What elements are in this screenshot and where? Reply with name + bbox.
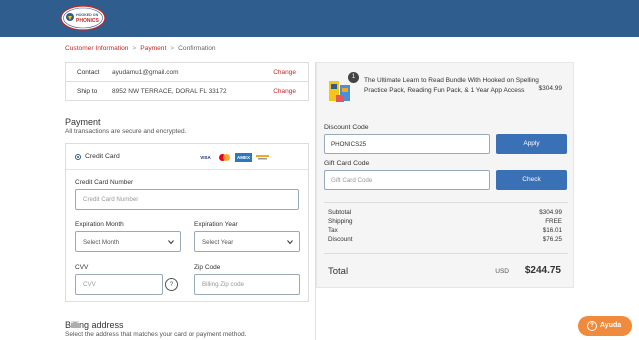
question-icon: ? — [587, 321, 597, 331]
chevron-down-icon — [168, 240, 174, 245]
svg-text:HOOKED ON: HOOKED ON — [76, 13, 99, 17]
contact-label: Contact — [77, 69, 100, 76]
card-number-input[interactable] — [75, 189, 299, 210]
contact-summary-box: Contact ayudamu1@gmail.com Change Ship t… — [65, 62, 309, 101]
discount-label: Discount — [328, 236, 353, 243]
zip-code-label: Zip Code — [194, 264, 221, 271]
visa-icon: VISA — [200, 155, 211, 160]
breadcrumb-payment[interactable]: Payment — [140, 45, 166, 52]
exp-year-label: Expiration Year — [194, 221, 238, 228]
payment-form: Credit Card VISA AMEX Credit Card Number… — [65, 143, 309, 302]
product-price: $304.99 — [538, 85, 563, 92]
zip-code-input[interactable] — [194, 274, 300, 295]
product-name: The Ultimate Learn to Read Bundle With H… — [364, 77, 539, 94]
check-button[interactable]: Check — [496, 170, 567, 190]
exp-year-value: Select Year — [202, 239, 234, 246]
payment-title: Payment — [65, 117, 101, 127]
cvv-input[interactable] — [75, 274, 163, 295]
tax-value: $16.01 — [542, 227, 562, 234]
help-button[interactable]: ? Ayuda — [578, 316, 632, 336]
cvv-label: CVV — [75, 264, 89, 271]
total-label: Total — [328, 266, 349, 277]
total-currency: USD — [495, 268, 509, 275]
apply-button[interactable]: Apply — [496, 134, 567, 154]
exp-month-value: Select Month — [83, 239, 120, 246]
contact-email: ayudamu1@gmail.com — [112, 69, 179, 76]
payment-subtitle: All transactions are secure and encrypte… — [65, 128, 187, 135]
amex-icon: AMEX — [235, 153, 252, 162]
shipto-label: Ship to — [77, 88, 98, 95]
divider — [324, 253, 568, 254]
shipping-row: Shipping FREE — [328, 218, 562, 227]
discount-code-input[interactable] — [324, 134, 490, 154]
svg-text:PHONICS: PHONICS — [76, 18, 99, 24]
subtotal-row: Subtotal $304.99 — [328, 209, 562, 218]
shipto-row: Ship to 8952 NW TERRACE, DORAL FL 33172 … — [66, 82, 308, 101]
subtotal-label: Subtotal — [328, 209, 352, 216]
breadcrumb-confirmation: Confirmation — [178, 45, 216, 52]
discount-code-label: Discount Code — [324, 124, 369, 131]
cvv-help-icon[interactable]: ? — [165, 278, 178, 291]
gift-card-input[interactable] — [324, 170, 490, 190]
change-contact-link[interactable]: Change — [273, 69, 296, 76]
shipping-value: FREE — [545, 218, 562, 225]
breadcrumb-separator: > — [132, 45, 137, 52]
tax-label: Tax — [328, 227, 338, 234]
breadcrumb: Customer Information > Payment > Confirmatio… — [65, 45, 216, 52]
shipto-address: 8952 NW TERRACE, DORAL FL 33172 — [112, 88, 227, 95]
hooked-on-phonics-logo[interactable]: HOOKED ON PHONICS — [60, 4, 106, 32]
billing-address-title: Billing address — [65, 320, 124, 330]
credit-card-option[interactable]: Credit Card VISA AMEX — [66, 144, 308, 170]
discount-value: $76.25 — [542, 236, 562, 243]
breadcrumb-separator: > — [170, 45, 175, 52]
chevron-down-icon — [287, 240, 293, 245]
subtotal-value: $304.99 — [539, 209, 562, 216]
discount-row: Discount $76.25 — [328, 236, 562, 245]
order-summary: 1 The Ultimate Learn to Read Bundle With… — [316, 62, 574, 288]
gift-card-label: Gift Card Code — [324, 160, 370, 167]
header-bar: HOOKED ON PHONICS — [0, 0, 639, 37]
divider — [324, 202, 568, 203]
credit-card-label: Credit Card — [85, 153, 120, 160]
breadcrumb-customer-information[interactable]: Customer Information — [65, 45, 128, 52]
exp-month-label: Expiration Month — [75, 221, 124, 228]
card-number-label: Credit Card Number — [75, 179, 134, 186]
change-shipto-link[interactable]: Change — [273, 88, 296, 95]
card-brand-other-icon — [254, 153, 271, 162]
help-label: Ayuda — [600, 322, 622, 329]
quantity-badge: 1 — [348, 72, 359, 83]
contact-row: Contact ayudamu1@gmail.com Change — [66, 63, 308, 82]
shipping-label: Shipping — [328, 218, 353, 225]
credit-card-radio[interactable] — [75, 154, 81, 160]
total-value: $244.75 — [524, 265, 561, 276]
exp-year-select[interactable]: Select Year — [194, 231, 300, 252]
mastercard-icon — [216, 153, 233, 162]
tax-row: Tax $16.01 — [328, 227, 562, 236]
billing-address-subtitle: Select the address that matches your car… — [65, 331, 247, 338]
exp-month-select[interactable]: Select Month — [75, 231, 181, 252]
